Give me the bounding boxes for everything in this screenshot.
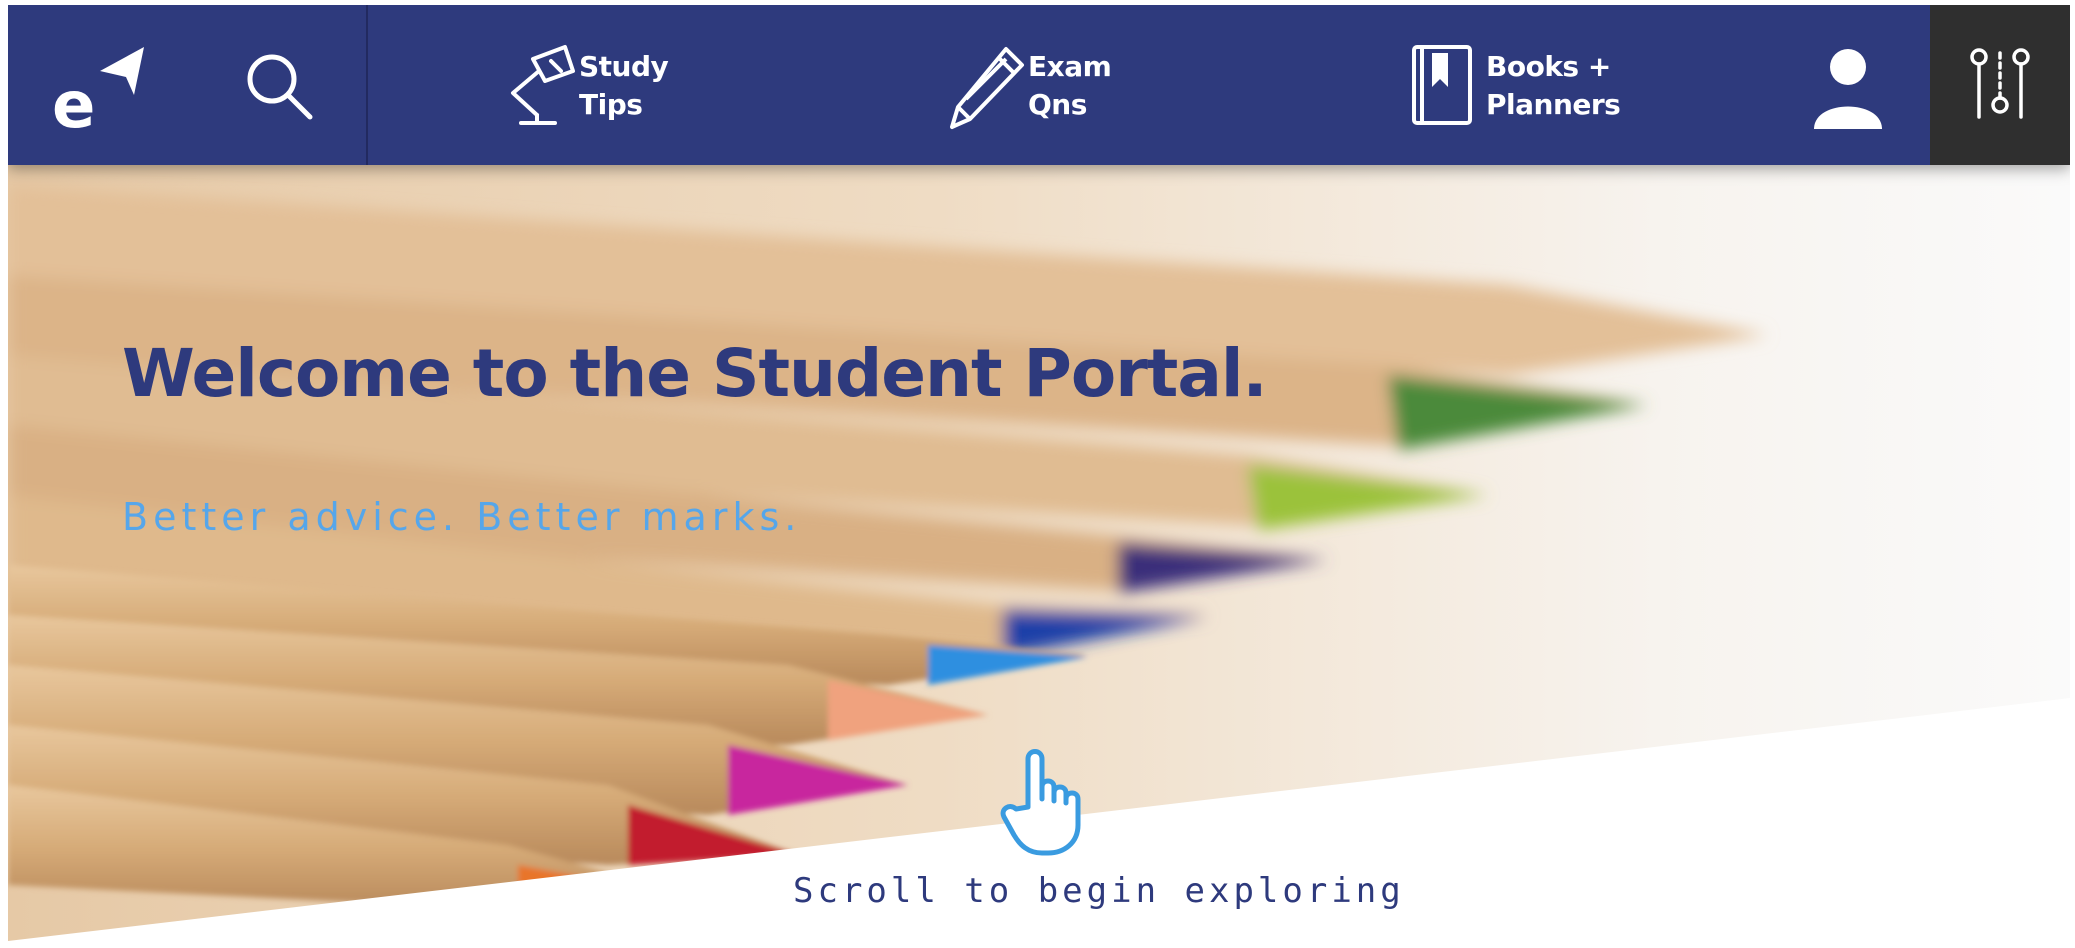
pencil-icon [950, 47, 1024, 129]
search-icon [247, 54, 313, 120]
nav-item-exam-questions[interactable]: Exam Qns [948, 41, 1112, 131]
pointing-hand-icon [1000, 749, 1081, 856]
nav-divider [366, 5, 368, 165]
profile-button[interactable] [1808, 45, 1888, 131]
search-button[interactable] [240, 47, 320, 127]
hero-title: Welcome to the Student Portal. [122, 335, 1268, 412]
settings-button[interactable] [1930, 5, 2070, 165]
scroll-hint-text: Scroll to begin exploring [793, 871, 1405, 911]
sliders-icon [1970, 48, 2030, 119]
nav-item-label: Books + Planners [1486, 50, 1621, 121]
top-navigation-bar: e Study Tips Exam Qns Books + Planners [8, 5, 2070, 165]
nav-item-label: Exam Qns [1028, 50, 1112, 121]
nav-item-books-planners[interactable]: Books + Planners [1408, 41, 1621, 131]
nav-item-label: Study Tips [579, 50, 669, 121]
desk-lamp-icon [511, 45, 575, 125]
book-bookmark-icon [1412, 45, 1472, 125]
nav-item-study-tips[interactable]: Study Tips [493, 41, 669, 131]
e-arrow-logo-icon: e [52, 47, 144, 143]
page-frame: e Study Tips Exam Qns Books + Planners W… [8, 5, 2070, 941]
svg-text:e: e [52, 69, 95, 135]
home-logo-link[interactable]: e [48, 35, 148, 143]
user-icon [1814, 49, 1882, 129]
hero-section: Welcome to the Student Portal. Better ad… [8, 165, 2070, 941]
hero-subtitle: Better advice. Better marks. [122, 495, 802, 539]
scroll-hint-button[interactable] [998, 747, 1088, 857]
